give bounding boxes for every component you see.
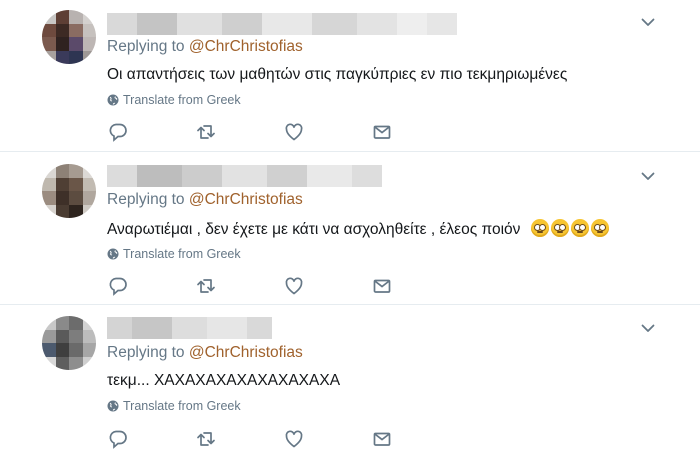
tweet-text: Αναρωτιέμαι , δεν έχετε με κάτι να ασχολ… <box>107 219 609 239</box>
author-name-redacted[interactable] <box>107 165 382 187</box>
like-icon[interactable] <box>284 122 304 142</box>
globe-icon <box>107 248 119 260</box>
rolling-eyes-emoji <box>530 219 549 237</box>
reply-icon[interactable] <box>108 276 128 296</box>
chevron-down-icon[interactable] <box>640 320 656 336</box>
rolling-eyes-emoji <box>590 219 609 237</box>
replying-to: Replying to @ChrChristofias <box>107 191 303 209</box>
chevron-down-icon[interactable] <box>640 168 656 184</box>
retweet-icon[interactable] <box>196 276 216 296</box>
replying-to: Replying to @ChrChristofias <box>107 38 303 56</box>
chevron-down-icon[interactable] <box>640 14 656 30</box>
direct-message-icon[interactable] <box>372 276 392 296</box>
replying-prefix: Replying to <box>107 344 189 361</box>
reply-icon[interactable] <box>108 429 128 449</box>
globe-icon <box>107 94 119 106</box>
retweet-icon[interactable] <box>196 122 216 142</box>
translate-link[interactable]: Translate from Greek <box>107 247 241 261</box>
author-name-redacted[interactable] <box>107 317 272 339</box>
mention-link[interactable]: @ChrChristofias <box>189 38 303 55</box>
translate-link[interactable]: Translate from Greek <box>107 93 241 107</box>
like-icon[interactable] <box>284 429 304 449</box>
translate-label: Translate from Greek <box>123 399 241 413</box>
rolling-eyes-emoji <box>550 219 569 237</box>
translate-label: Translate from Greek <box>123 93 241 107</box>
tweet-text: τεκμ... ΧΑΧΑΧΑΧΑΧΑΧΑΧΑΧΑΧΑ <box>107 372 341 389</box>
avatar[interactable] <box>42 164 96 218</box>
author-name-redacted[interactable] <box>107 13 457 35</box>
tweet-text: Οι απαντήσεις των μαθητών στις παγκύπριε… <box>107 66 568 83</box>
reply-icon[interactable] <box>108 122 128 142</box>
replying-to: Replying to @ChrChristofias <box>107 344 303 362</box>
rolling-eyes-emoji <box>570 219 589 237</box>
like-icon[interactable] <box>284 276 304 296</box>
globe-icon <box>107 400 119 412</box>
translate-link[interactable]: Translate from Greek <box>107 399 241 413</box>
mention-link[interactable]: @ChrChristofias <box>189 344 303 361</box>
avatar[interactable] <box>42 10 96 64</box>
translate-label: Translate from Greek <box>123 247 241 261</box>
mention-link[interactable]: @ChrChristofias <box>189 191 303 208</box>
tweet[interactable]: Replying to @ChrChristofias Οι απαντήσει… <box>0 0 700 152</box>
replying-prefix: Replying to <box>107 191 189 208</box>
direct-message-icon[interactable] <box>372 122 392 142</box>
replying-prefix: Replying to <box>107 38 189 55</box>
tweet[interactable]: Replying to @ChrChristofias τεκμ... ΧΑΧΑ… <box>0 305 700 457</box>
direct-message-icon[interactable] <box>372 429 392 449</box>
tweet-text-content: Αναρωτιέμαι , δεν έχετε με κάτι να ασχολ… <box>107 221 521 238</box>
tweet[interactable]: Replying to @ChrChristofias Αναρωτιέμαι … <box>0 152 700 305</box>
retweet-icon[interactable] <box>196 429 216 449</box>
avatar[interactable] <box>42 316 96 370</box>
